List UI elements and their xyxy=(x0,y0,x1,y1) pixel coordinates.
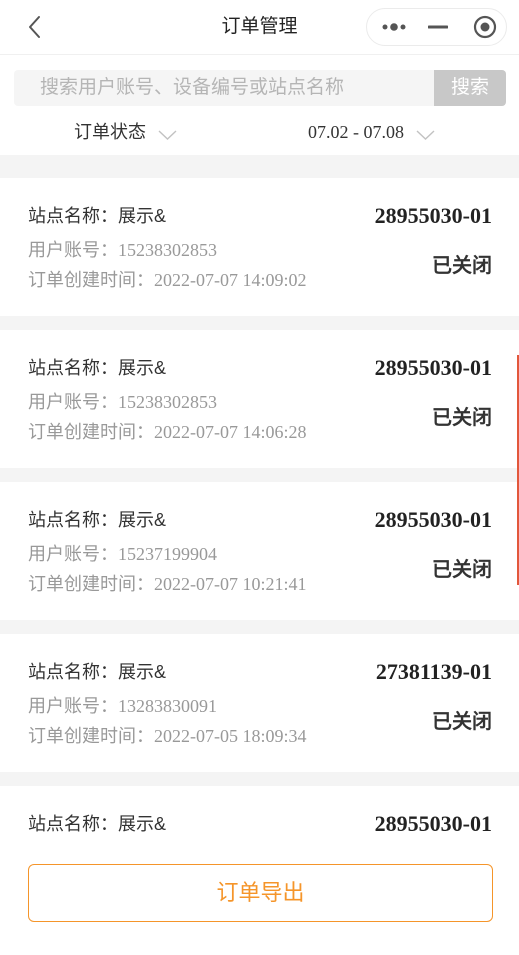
order-number: 28955030-01 xyxy=(374,507,492,532)
created-time: 订单创建时间：2022-07-07 10:21:41 xyxy=(28,573,307,595)
account-value: 15238302853 xyxy=(118,240,217,260)
station-label: 站点名称： xyxy=(28,662,118,682)
created-time: 订单创建时间：2022-07-07 14:09:02 xyxy=(28,269,307,291)
account-label: 用户账号： xyxy=(28,392,118,412)
account-label: 用户账号： xyxy=(28,544,118,564)
order-card[interactable]: 站点名称：展示& 用户账号：15238302853 订单创建时间：2022-07… xyxy=(0,330,519,468)
account-label: 用户账号： xyxy=(28,240,118,260)
order-status-badge: 已关闭 xyxy=(432,407,492,429)
created-value: 2022-07-05 18:09:34 xyxy=(154,726,307,746)
order-status-badge: 已关闭 xyxy=(432,255,492,277)
target-circle-icon[interactable] xyxy=(470,9,500,45)
order-status-filter[interactable]: 订单状态 xyxy=(74,118,177,146)
station-name: 站点名称：展示& xyxy=(28,205,166,227)
station-label: 站点名称： xyxy=(28,358,118,378)
user-account: 用户账号：13283830091 xyxy=(28,695,217,717)
footer-bar: 订单导出 xyxy=(0,848,519,955)
search-filter-bar: 搜索 订单状态 07.02 - 07.08 xyxy=(0,55,519,155)
station-name: 站点名称：展示& xyxy=(28,661,166,683)
station-label: 站点名称： xyxy=(28,510,118,530)
station-name: 站点名称：展示& xyxy=(28,813,166,835)
account-value: 15238302853 xyxy=(118,392,217,412)
export-orders-button[interactable]: 订单导出 xyxy=(28,864,493,922)
created-value: 2022-07-07 14:09:02 xyxy=(154,270,307,290)
chevron-down-icon xyxy=(158,130,177,140)
created-label: 订单创建时间： xyxy=(28,726,154,746)
minimize-icon[interactable] xyxy=(425,9,451,45)
date-range-label: 07.02 - 07.08 xyxy=(308,122,404,142)
station-name: 站点名称：展示& xyxy=(28,357,166,379)
created-label: 订单创建时间： xyxy=(28,270,154,290)
search-button[interactable]: 搜索 xyxy=(434,70,506,106)
station-value: 展示& xyxy=(118,814,167,834)
search-input[interactable] xyxy=(14,70,434,106)
created-label: 订单创建时间： xyxy=(28,422,154,442)
account-value: 13283830091 xyxy=(118,696,217,716)
order-card[interactable]: 站点名称：展示& 用户账号：15238302853 订单创建时间：2022-07… xyxy=(0,178,519,316)
chevron-down-icon xyxy=(416,130,435,140)
created-label: 订单创建时间： xyxy=(28,574,154,594)
order-number: 27381139-01 xyxy=(375,659,492,684)
order-status-badge: 已关闭 xyxy=(432,559,492,581)
created-time: 订单创建时间：2022-07-05 18:09:34 xyxy=(28,725,307,747)
user-account: 用户账号：15238302853 xyxy=(28,391,217,413)
station-label: 站点名称： xyxy=(28,814,118,834)
order-card[interactable]: 站点名称：展示& 用户账号：15237199904 订单创建时间：2022-07… xyxy=(0,482,519,620)
station-name: 站点名称：展示& xyxy=(28,509,166,531)
nav-header: 订单管理 xyxy=(0,0,519,55)
station-value: 展示& xyxy=(118,662,167,682)
order-management-screen: 订单管理 搜索 订单状态 07.02 - 07.08 站点名称：展示& 用 xyxy=(0,0,519,955)
station-value: 展示& xyxy=(118,358,167,378)
account-label: 用户账号： xyxy=(28,696,118,716)
station-label: 站点名称： xyxy=(28,206,118,226)
order-number: 28955030-01 xyxy=(374,203,492,228)
order-card[interactable]: 站点名称：展示& 用户账号：13283830091 订单创建时间：2022-07… xyxy=(0,634,519,772)
date-range-filter[interactable]: 07.02 - 07.08 xyxy=(308,118,435,146)
order-status-badge: 已关闭 xyxy=(432,711,492,733)
mini-program-capsule xyxy=(366,8,507,46)
order-status-label: 订单状态 xyxy=(74,122,146,142)
station-value: 展示& xyxy=(118,510,167,530)
created-value: 2022-07-07 10:21:41 xyxy=(154,574,307,594)
user-account: 用户账号：15238302853 xyxy=(28,239,217,261)
more-dots-icon[interactable] xyxy=(379,9,409,45)
order-number: 28955030-01 xyxy=(374,811,492,836)
station-value: 展示& xyxy=(118,206,167,226)
account-value: 15237199904 xyxy=(118,544,217,564)
user-account: 用户账号：15237199904 xyxy=(28,543,217,565)
created-value: 2022-07-07 14:06:28 xyxy=(154,422,307,442)
order-number: 28955030-01 xyxy=(374,355,492,380)
created-time: 订单创建时间：2022-07-07 14:06:28 xyxy=(28,421,307,443)
